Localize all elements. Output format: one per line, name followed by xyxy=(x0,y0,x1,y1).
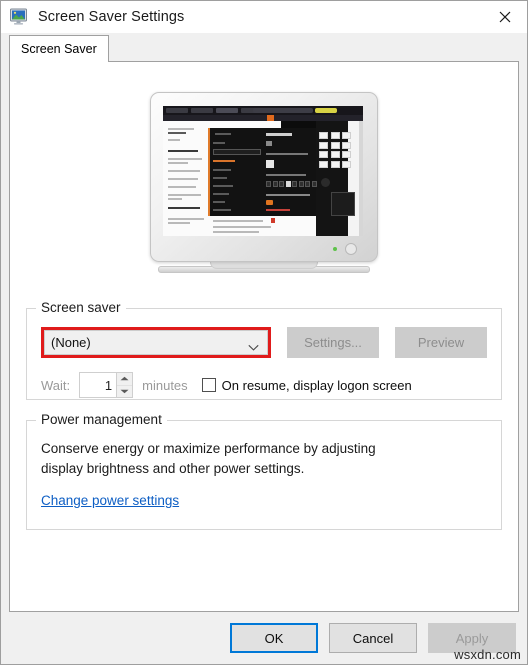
cancel-button[interactable]: Cancel xyxy=(329,623,417,653)
screen-saver-selection-row: (None) Settings... Preview xyxy=(41,327,487,358)
monitor-chin xyxy=(163,240,363,258)
power-button-icon xyxy=(345,243,357,255)
wait-minutes-stepper[interactable]: 1 xyxy=(79,372,134,398)
change-power-settings-link[interactable]: Change power settings xyxy=(41,493,179,508)
cancel-button-label: Cancel xyxy=(352,630,394,646)
tab-screen-saver[interactable]: Screen Saver xyxy=(9,35,109,62)
chevron-down-icon xyxy=(248,339,259,351)
screen-saver-combo-highlight: (None) xyxy=(41,327,271,358)
tab-page-screen-saver: Screen saver (None) Settings... Preview … xyxy=(9,61,519,612)
stepper-up-icon[interactable] xyxy=(117,373,132,385)
power-led-icon xyxy=(333,247,337,251)
stepper-down-icon[interactable] xyxy=(117,384,133,398)
screen-saver-group-label: Screen saver xyxy=(36,300,126,315)
wait-minutes-value[interactable]: 1 xyxy=(80,373,116,397)
ok-button[interactable]: OK xyxy=(230,623,318,653)
tab-strip: Screen Saver xyxy=(9,33,519,62)
screen-saver-settings-window: Screen Saver Settings Screen Saver Scree… xyxy=(0,0,528,665)
display-monitor-icon xyxy=(10,8,28,26)
apply-button-label: Apply xyxy=(455,630,489,646)
stepper-buttons xyxy=(116,373,133,398)
settings-button[interactable]: Settings... xyxy=(287,327,379,358)
title-bar: Screen Saver Settings xyxy=(1,1,527,33)
preview-button-label: Preview xyxy=(417,335,465,350)
preview-button[interactable]: Preview xyxy=(395,327,487,358)
monitor-screen xyxy=(163,106,363,236)
screen-saver-select-value: (None) xyxy=(51,335,91,350)
wait-label: Wait: xyxy=(41,377,71,393)
watermark: wsxdn.com xyxy=(454,647,521,662)
close-icon[interactable] xyxy=(482,1,527,32)
power-management-group: Power management Conserve energy or maxi… xyxy=(26,412,502,530)
wait-row: Wait: 1 minutes On resume, display logon… xyxy=(41,372,487,398)
power-description: Conserve energy or maximize performance … xyxy=(41,439,487,479)
preview-area xyxy=(10,62,518,302)
power-description-line2: display brightness and other power setti… xyxy=(41,461,305,476)
dialog-footer: OK Cancel Apply xyxy=(1,612,527,664)
power-management-group-label: Power management xyxy=(36,412,167,427)
monitor-preview xyxy=(150,92,378,282)
on-resume-checkbox[interactable] xyxy=(201,378,216,392)
on-resume-label[interactable]: On resume, display logon screen xyxy=(222,378,412,393)
screen-saver-select[interactable]: (None) xyxy=(44,330,268,355)
power-description-line1: Conserve energy or maximize performance … xyxy=(41,441,376,456)
ok-button-label: OK xyxy=(264,630,284,646)
screen-saver-group: Screen saver (None) Settings... Preview … xyxy=(26,300,502,400)
window-title: Screen Saver Settings xyxy=(38,9,185,25)
tab-label: Screen Saver xyxy=(21,42,97,56)
minutes-label: minutes xyxy=(142,377,188,393)
settings-button-label: Settings... xyxy=(304,335,362,350)
